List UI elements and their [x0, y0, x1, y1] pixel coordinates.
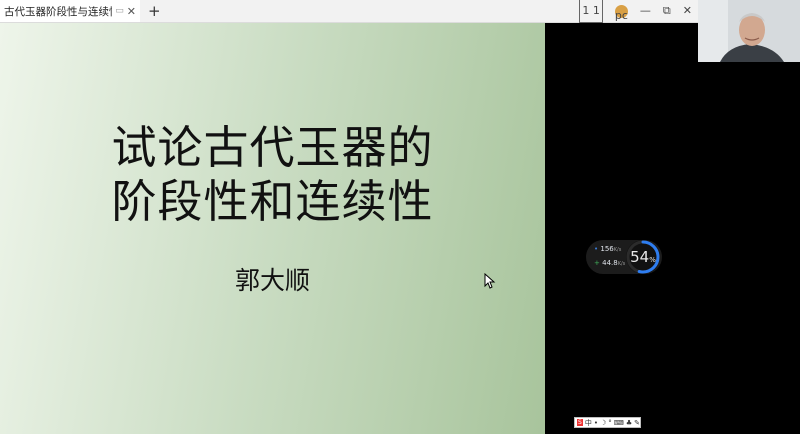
- ime-logo-icon[interactable]: S: [577, 419, 583, 426]
- ime-toolbar[interactable]: S 中 • ☽ ° ⌨ ♣ ✎: [574, 417, 641, 428]
- presentation-slide: 试论古代玉器的 阶段性和连续性 郭大顺: [0, 23, 545, 434]
- percent-value: 54: [630, 248, 650, 266]
- layout-badge[interactable]: 1 1: [579, 0, 603, 23]
- download-arrow-icon: +: [594, 259, 600, 267]
- screen-icon[interactable]: ▭: [115, 6, 124, 16]
- title-bar: 古代玉器阶段性与连续性.ppt ▭ ✕ + 1 1 pc — ⧉ ✕: [0, 0, 698, 23]
- minimize-button[interactable]: —: [640, 0, 651, 22]
- avatar[interactable]: pc: [614, 4, 628, 22]
- ime-punct-icon[interactable]: °: [608, 419, 612, 427]
- download-speed: + 44.8K/s: [594, 259, 625, 267]
- restore-button[interactable]: ⧉: [663, 0, 671, 22]
- document-tab[interactable]: 古代玉器阶段性与连续性.ppt ▭ ✕: [0, 0, 140, 22]
- upload-arrow-icon: •: [594, 245, 599, 253]
- ime-keyboard-icon[interactable]: ⌨: [614, 419, 624, 427]
- window-controls: 1 1 pc — ⧉ ✕: [573, 0, 698, 23]
- tab-close-button[interactable]: ✕: [127, 5, 136, 18]
- gauge-percent: 54%: [624, 238, 662, 276]
- new-tab-button[interactable]: +: [148, 0, 161, 22]
- mouse-cursor-icon: [484, 273, 496, 289]
- ime-tools-icon[interactable]: ✎: [634, 419, 640, 427]
- webcam-video[interactable]: [698, 0, 800, 62]
- person-video-image: [698, 0, 800, 62]
- slide-title-line1: 试论古代玉器的: [111, 121, 434, 174]
- upload-speed: • 156K/s: [594, 245, 621, 253]
- close-window-button[interactable]: ✕: [683, 0, 692, 22]
- ime-moon-icon[interactable]: ☽: [600, 419, 606, 427]
- slide-title-line2: 阶段性和连续性: [111, 175, 434, 228]
- ime-mode[interactable]: 中: [585, 418, 592, 428]
- slide-author: 郭大顺: [234, 266, 310, 295]
- upload-value: 156: [600, 245, 614, 253]
- ime-skin-icon[interactable]: ♣: [626, 419, 632, 427]
- tab-title: 古代玉器阶段性与连续性.ppt: [4, 5, 112, 18]
- ime-item[interactable]: •: [594, 419, 598, 427]
- upload-unit: K/s: [613, 247, 622, 253]
- percent-sign: %: [649, 255, 656, 264]
- download-value: 44.8: [602, 259, 618, 267]
